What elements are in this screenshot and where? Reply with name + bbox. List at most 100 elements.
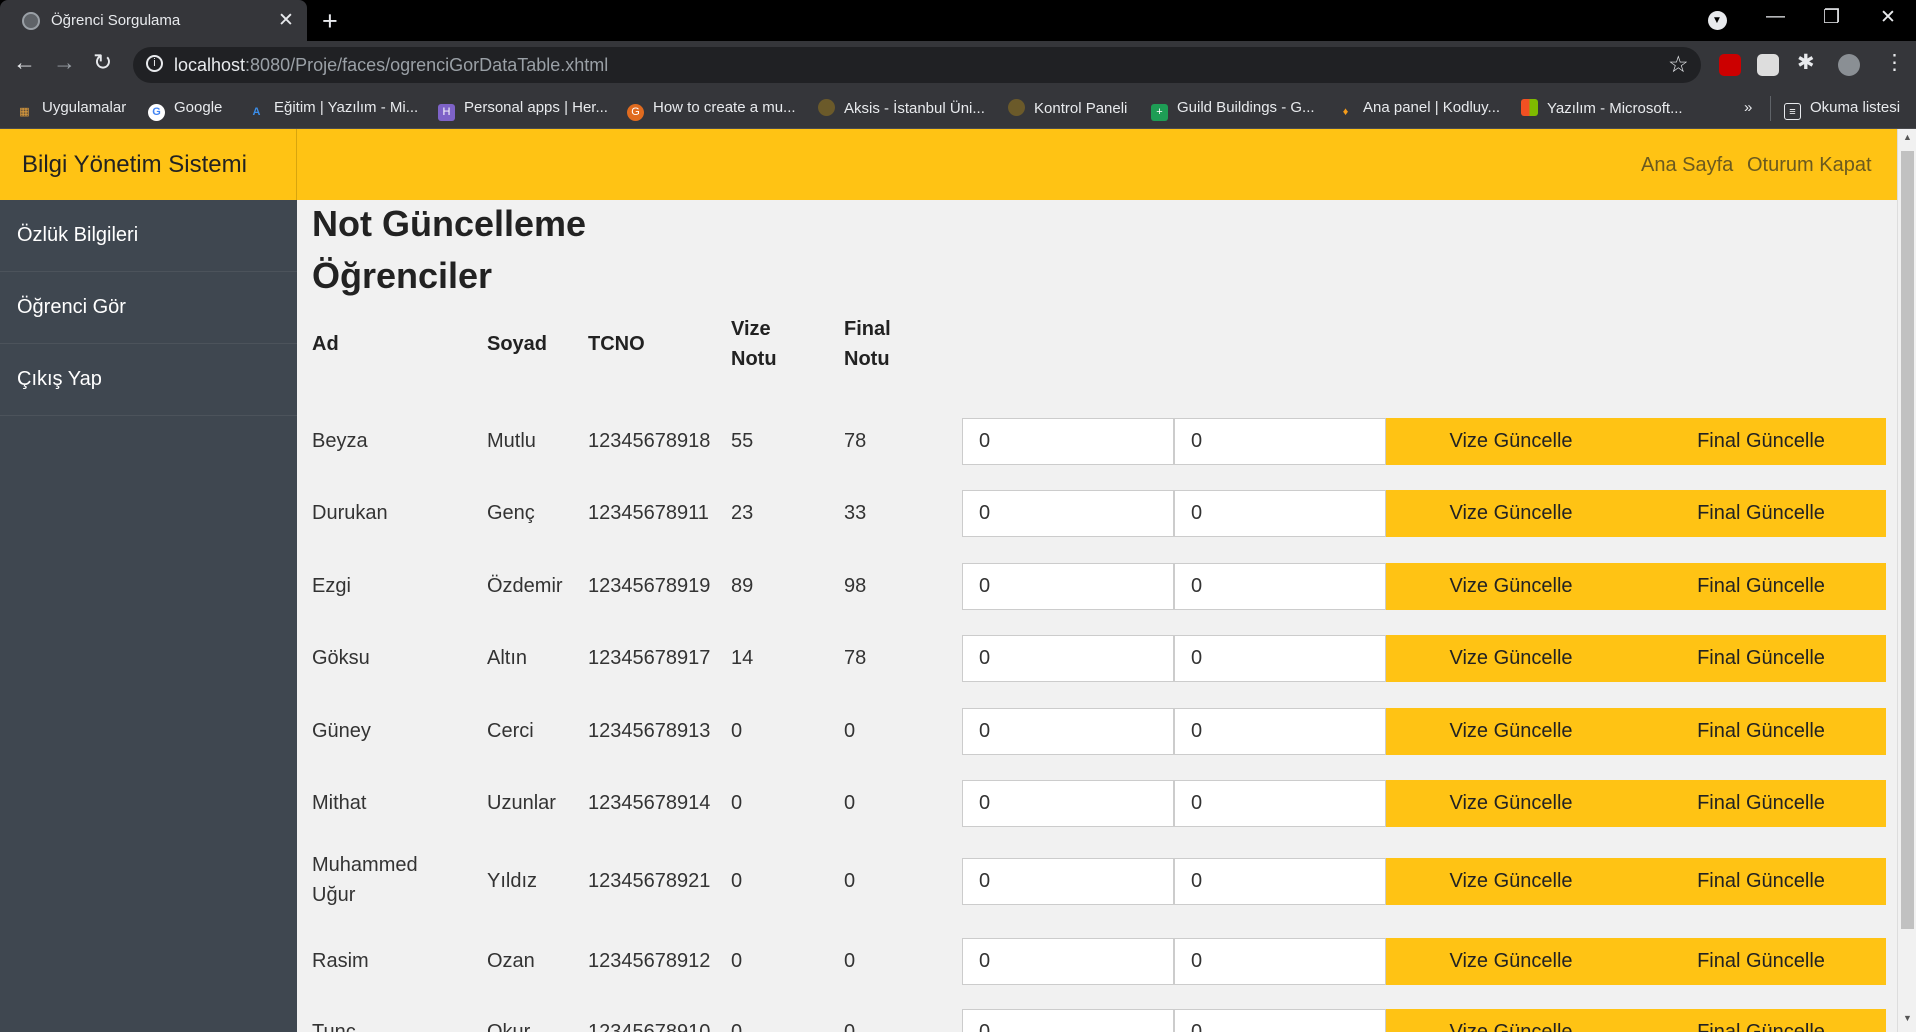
brand[interactable]: Bilgi Yönetim Sistemi	[0, 129, 297, 200]
cell-vize-notu: 0	[731, 950, 743, 972]
cell-soyad: Genç	[487, 502, 535, 524]
close-window-icon[interactable]: ✕	[1880, 6, 1896, 29]
sidebar-item-ozluk-bilgileri[interactable]: Özlük Bilgileri	[0, 200, 297, 272]
bookmark-apps[interactable]: ▦ Uygulamalar	[16, 99, 126, 121]
vize-guncelle-button[interactable]: Vize Güncelle	[1386, 1009, 1636, 1032]
cell-ad: Mithat	[312, 792, 367, 814]
final-guncelle-button[interactable]: Final Güncelle	[1636, 490, 1886, 537]
vize-input[interactable]: 0	[962, 1009, 1174, 1032]
scrollbar-thumb[interactable]	[1901, 151, 1914, 929]
final-guncelle-button[interactable]: Final Güncelle	[1636, 708, 1886, 755]
scroll-down-icon[interactable]: ▼	[1903, 1013, 1912, 1023]
final-input[interactable]: 0	[1174, 780, 1386, 827]
vize-input[interactable]: 0	[962, 418, 1174, 465]
new-tab-icon[interactable]: +	[322, 6, 338, 37]
vize-input[interactable]: 0	[962, 938, 1174, 985]
reload-icon[interactable]: ↻	[93, 49, 112, 76]
vize-guncelle-button[interactable]: Vize Güncelle	[1386, 563, 1636, 610]
vize-guncelle-button[interactable]: Vize Güncelle	[1386, 490, 1636, 537]
cell-final-notu: 78	[844, 647, 867, 669]
final-guncelle-button[interactable]: Final Güncelle	[1636, 563, 1886, 610]
cell-soyad: Mutlu	[487, 430, 536, 452]
final-input[interactable]: 0	[1174, 858, 1386, 905]
scroll-up-icon[interactable]: ▲	[1903, 132, 1912, 142]
vize-input[interactable]: 0	[962, 780, 1174, 827]
bookmark-how-to-create[interactable]: G How to create a mu...	[627, 99, 796, 121]
nav-oturum-kapat[interactable]: Oturum Kapat	[1747, 154, 1872, 177]
bookmark-microsoft[interactable]: Yazılım - Microsoft...	[1521, 99, 1683, 117]
url-text[interactable]: localhost:8080/Proje/faces/ogrenciGorDat…	[174, 55, 608, 76]
cell-ad: Beyza	[312, 430, 368, 452]
cell-soyad: Altın	[487, 647, 528, 669]
vize-guncelle-button[interactable]: Vize Güncelle	[1386, 858, 1636, 905]
info-icon[interactable]: i	[146, 55, 163, 72]
google-icon: G	[148, 104, 165, 121]
avatar[interactable]	[1838, 54, 1860, 76]
restore-icon[interactable]: ❐	[1823, 6, 1840, 29]
address-bar[interactable]: i localhost:8080/Proje/faces/ogrenciGorD…	[133, 47, 1701, 83]
minimize-icon[interactable]: —	[1766, 6, 1785, 28]
cell-tcno: 12345678910	[588, 1021, 711, 1032]
final-input[interactable]: 0	[1174, 938, 1386, 985]
ublock-extension-icon[interactable]	[1719, 54, 1741, 76]
final-guncelle-button[interactable]: Final Güncelle	[1636, 938, 1886, 985]
bookmark-kodluyoruz[interactable]: ♦ Ana panel | Kodluy...	[1337, 99, 1500, 121]
vize-input[interactable]: 0	[962, 708, 1174, 755]
final-input[interactable]: 0	[1174, 418, 1386, 465]
final-input[interactable]: 0	[1174, 490, 1386, 537]
browser-tab[interactable]: Öğrenci Sorgulama ✕	[0, 0, 307, 41]
final-guncelle-button[interactable]: Final Güncelle	[1636, 1009, 1886, 1032]
menu-kebab-icon[interactable]: ⋮	[1884, 50, 1905, 75]
vize-input[interactable]: 0	[962, 635, 1174, 682]
cell-soyad: Ozan	[487, 950, 535, 972]
final-input[interactable]: 0	[1174, 708, 1386, 755]
vize-guncelle-button[interactable]: Vize Güncelle	[1386, 635, 1636, 682]
reading-list[interactable]: ≡ Okuma listesi	[1784, 99, 1900, 120]
vize-input[interactable]: 0	[962, 490, 1174, 537]
cell-final-notu: 78	[844, 430, 867, 452]
bookmark-personal-apps[interactable]: H Personal apps | Her...	[438, 99, 608, 121]
final-guncelle-button[interactable]: Final Güncelle	[1636, 418, 1886, 465]
bookmark-google[interactable]: G Google	[148, 99, 222, 121]
column-header-tcno: TCNO	[588, 333, 645, 355]
cell-ad: Muhammed Uğur	[312, 854, 418, 906]
extension-icon[interactable]	[1757, 54, 1779, 76]
bookmark-aksis[interactable]: Aksis - İstanbul Üni...	[818, 99, 985, 117]
vize-guncelle-button[interactable]: Vize Güncelle	[1386, 938, 1636, 985]
final-guncelle-button[interactable]: Final Güncelle	[1636, 858, 1886, 905]
cell-tcno: 12345678919	[588, 575, 711, 597]
page-title: Not Güncelleme	[312, 203, 587, 244]
cell-ad: Tunç	[312, 1021, 356, 1032]
bookmark-star-icon[interactable]: ☆	[1668, 51, 1689, 78]
nav-ana-sayfa[interactable]: Ana Sayfa	[1641, 154, 1733, 177]
final-guncelle-button[interactable]: Final Güncelle	[1636, 780, 1886, 827]
final-guncelle-button[interactable]: Final Güncelle	[1636, 635, 1886, 682]
final-input[interactable]: 0	[1174, 1009, 1386, 1032]
vize-input[interactable]: 0	[962, 858, 1174, 905]
cell-vize-notu: 0	[731, 792, 743, 814]
vize-guncelle-button[interactable]: Vize Güncelle	[1386, 780, 1636, 827]
browser-tab-bar: Öğrenci Sorgulama ✕ + ▼ — ❐ ✕	[0, 0, 1916, 41]
bookmark-egitim[interactable]: A Eğitim | Yazılım - Mi...	[248, 99, 419, 121]
university-seal-icon	[818, 99, 835, 116]
vize-guncelle-button[interactable]: Vize Güncelle	[1386, 708, 1636, 755]
vize-input[interactable]: 0	[962, 563, 1174, 610]
sidebar-item-ogrenci-gor[interactable]: Öğrenci Gör	[0, 272, 297, 344]
bookmarks-overflow-icon[interactable]: »	[1744, 99, 1752, 116]
back-icon[interactable]: ←	[13, 49, 36, 76]
cell-vize-notu: 89	[731, 575, 754, 597]
tab-search-icon[interactable]: ▼	[1708, 11, 1727, 30]
bookmark-guild-buildings[interactable]: + Guild Buildings - G...	[1151, 99, 1315, 121]
bookmark-kontrol-paneli[interactable]: Kontrol Paneli	[1008, 99, 1127, 117]
forward-icon[interactable]: →	[53, 49, 76, 76]
sidebar-item-cikis-yap[interactable]: Çıkış Yap	[0, 344, 297, 416]
page-scrollbar[interactable]: ▲ ▼	[1897, 129, 1916, 1032]
apps-grid-icon: ▦	[19, 106, 30, 118]
final-input[interactable]: 0	[1174, 635, 1386, 682]
cell-tcno: 12345678917	[588, 647, 711, 669]
cell-tcno: 12345678913	[588, 720, 711, 742]
vize-guncelle-button[interactable]: Vize Güncelle	[1386, 418, 1636, 465]
final-input[interactable]: 0	[1174, 563, 1386, 610]
puzzle-extensions-icon[interactable]: ✱	[1797, 50, 1815, 75]
close-tab-icon[interactable]: ✕	[278, 9, 294, 32]
